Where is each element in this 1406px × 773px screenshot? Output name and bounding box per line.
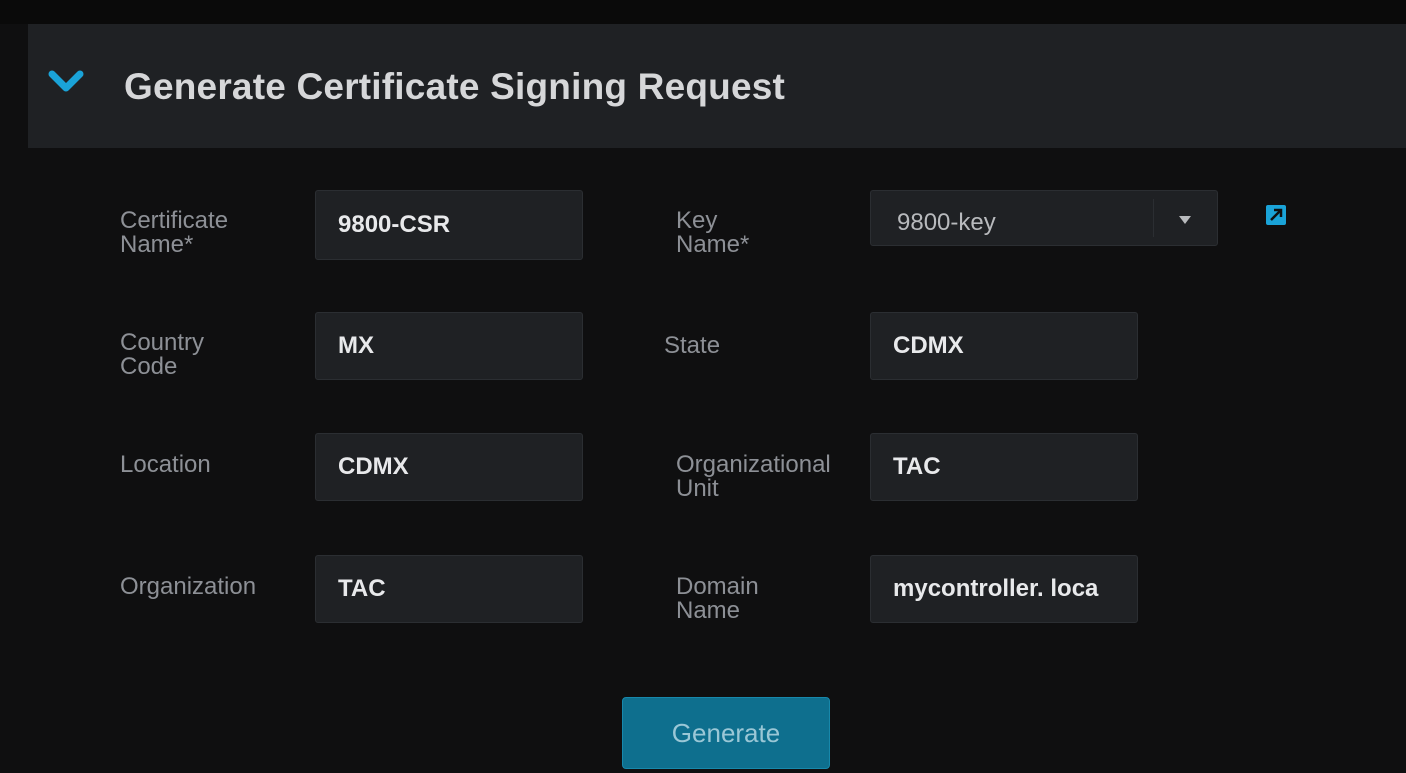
key-name-label: Key Name* <box>676 207 750 258</box>
select-divider <box>1153 199 1154 237</box>
chevron-down-icon[interactable] <box>48 70 84 94</box>
domain-name-label: Domain Name <box>676 573 759 624</box>
country-code-label: Country Code <box>120 329 205 380</box>
key-name-select[interactable]: 9800-key <box>870 190 1218 246</box>
location-label: Location <box>120 451 211 478</box>
key-name-value: 9800-key <box>897 209 996 236</box>
state-label: State <box>664 332 721 359</box>
state-input[interactable]: CDMX <box>870 312 1138 380</box>
certificate-name-label: Certificate Name* <box>120 207 229 258</box>
organizational-unit-input[interactable]: TAC <box>870 433 1138 501</box>
dropdown-arrow-icon <box>1179 216 1191 224</box>
location-input[interactable]: CDMX <box>315 433 583 501</box>
certificate-name-input[interactable]: 9800-CSR <box>315 190 583 260</box>
domain-name-input[interactable]: mycontroller. loca <box>870 555 1138 623</box>
add-key-icon[interactable] <box>1266 205 1286 225</box>
organizational-unit-label: Organizational Unit <box>676 451 831 502</box>
csr-page: Generate Certificate Signing Request Cer… <box>0 0 1406 773</box>
top-strip <box>0 0 1406 24</box>
organization-label: Organization <box>120 573 257 600</box>
country-code-input[interactable]: MX <box>315 312 583 380</box>
generate-button[interactable]: Generate <box>622 697 830 769</box>
panel-title: Generate Certificate Signing Request <box>124 66 786 107</box>
organization-input[interactable]: TAC <box>315 555 583 623</box>
